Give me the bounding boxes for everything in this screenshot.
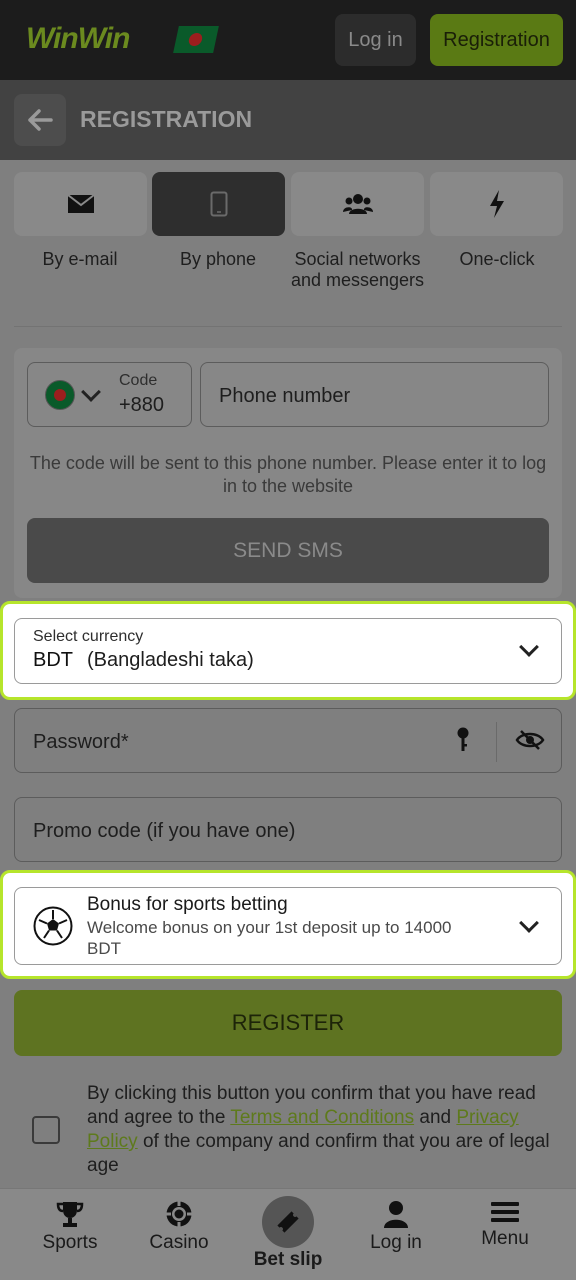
chevron-down-icon — [81, 382, 101, 402]
promo-code-placeholder: Promo code (if you have one) — [33, 820, 296, 842]
tab-by-phone[interactable] — [152, 172, 285, 236]
nav-menu[interactable]: Menu — [450, 1200, 560, 1270]
nav-casino[interactable]: Casino — [124, 1200, 234, 1270]
bonus-title: Bonus for sports betting — [87, 894, 288, 915]
login-button[interactable]: Log in — [335, 14, 416, 66]
nav-login-label: Log in — [370, 1232, 422, 1253]
ticket-icon — [277, 1211, 299, 1233]
nav-menu-label: Menu — [481, 1228, 529, 1249]
password-placeholder: Password* — [33, 731, 129, 753]
users-icon — [342, 194, 373, 214]
tab-by-email[interactable] — [14, 172, 147, 236]
key-icon[interactable] — [455, 727, 471, 758]
soccer-ball-icon — [33, 906, 73, 951]
bangladesh-flag-icon — [173, 26, 219, 53]
password-separator — [496, 722, 497, 762]
send-sms-button[interactable]: SEND SMS — [27, 518, 549, 583]
nav-sports[interactable]: Sports — [15, 1200, 125, 1270]
currency-value: BDT (Bangladeshi taka) — [33, 649, 254, 672]
chevron-down-icon — [519, 637, 539, 657]
arrow-left-icon — [28, 109, 53, 131]
envelope-icon — [66, 194, 95, 213]
nav-bet-slip[interactable] — [262, 1196, 314, 1248]
trophy-icon — [56, 1202, 84, 1227]
register-button[interactable]: REGISTER — [14, 990, 562, 1056]
eye-slash-icon[interactable] — [515, 729, 545, 756]
bonus-description: Welcome bonus on your 1st deposit up to … — [87, 918, 452, 958]
bangladesh-flag-icon — [45, 380, 75, 410]
casino-chip-icon — [166, 1201, 192, 1227]
currency-label: Select currency — [33, 628, 144, 645]
code-label: Code — [119, 372, 158, 389]
tab-one-click[interactable] — [430, 172, 563, 236]
user-icon — [384, 1201, 408, 1228]
currency-name: (Bangladeshi taka) — [87, 649, 254, 671]
menu-icon — [491, 1202, 519, 1222]
phone-icon — [210, 191, 227, 217]
nav-sports-label: Sports — [42, 1232, 98, 1253]
currency-code: BDT — [33, 649, 73, 671]
tab-label-phone: By phone — [179, 249, 257, 269]
nav-casino-label: Casino — [149, 1232, 209, 1253]
consent-text-part: and — [414, 1107, 457, 1128]
chevron-down-icon — [519, 913, 539, 933]
consent-text: By clicking this button you confirm that… — [87, 1082, 557, 1178]
terms-link[interactable]: Terms and Conditions — [230, 1107, 414, 1128]
tab-social-networks[interactable] — [291, 172, 424, 236]
phone-number-placeholder: Phone number — [219, 385, 351, 407]
tab-label-email: By e-mail — [42, 249, 118, 269]
page-title: REGISTRATION — [80, 106, 253, 132]
nav-login[interactable]: Log in — [341, 1200, 451, 1270]
tab-label-one-click: One-click — [459, 249, 535, 269]
sms-hint-text: The code will be sent to this phone numb… — [29, 453, 547, 496]
code-value: +880 — [119, 394, 165, 416]
consent-checkbox[interactable] — [32, 1116, 60, 1144]
tab-label-social: Social networks and messengers — [290, 249, 425, 290]
divider — [14, 326, 562, 327]
consent-text-part: of the company and confirm that you are … — [87, 1131, 550, 1176]
winwin-logo[interactable]: WinWin — [26, 22, 130, 56]
registration-button[interactable]: Registration — [430, 14, 563, 66]
lightning-icon — [489, 190, 504, 218]
nav-bet-slip-label: Bet slip — [253, 1249, 323, 1270]
back-button[interactable] — [14, 94, 66, 146]
